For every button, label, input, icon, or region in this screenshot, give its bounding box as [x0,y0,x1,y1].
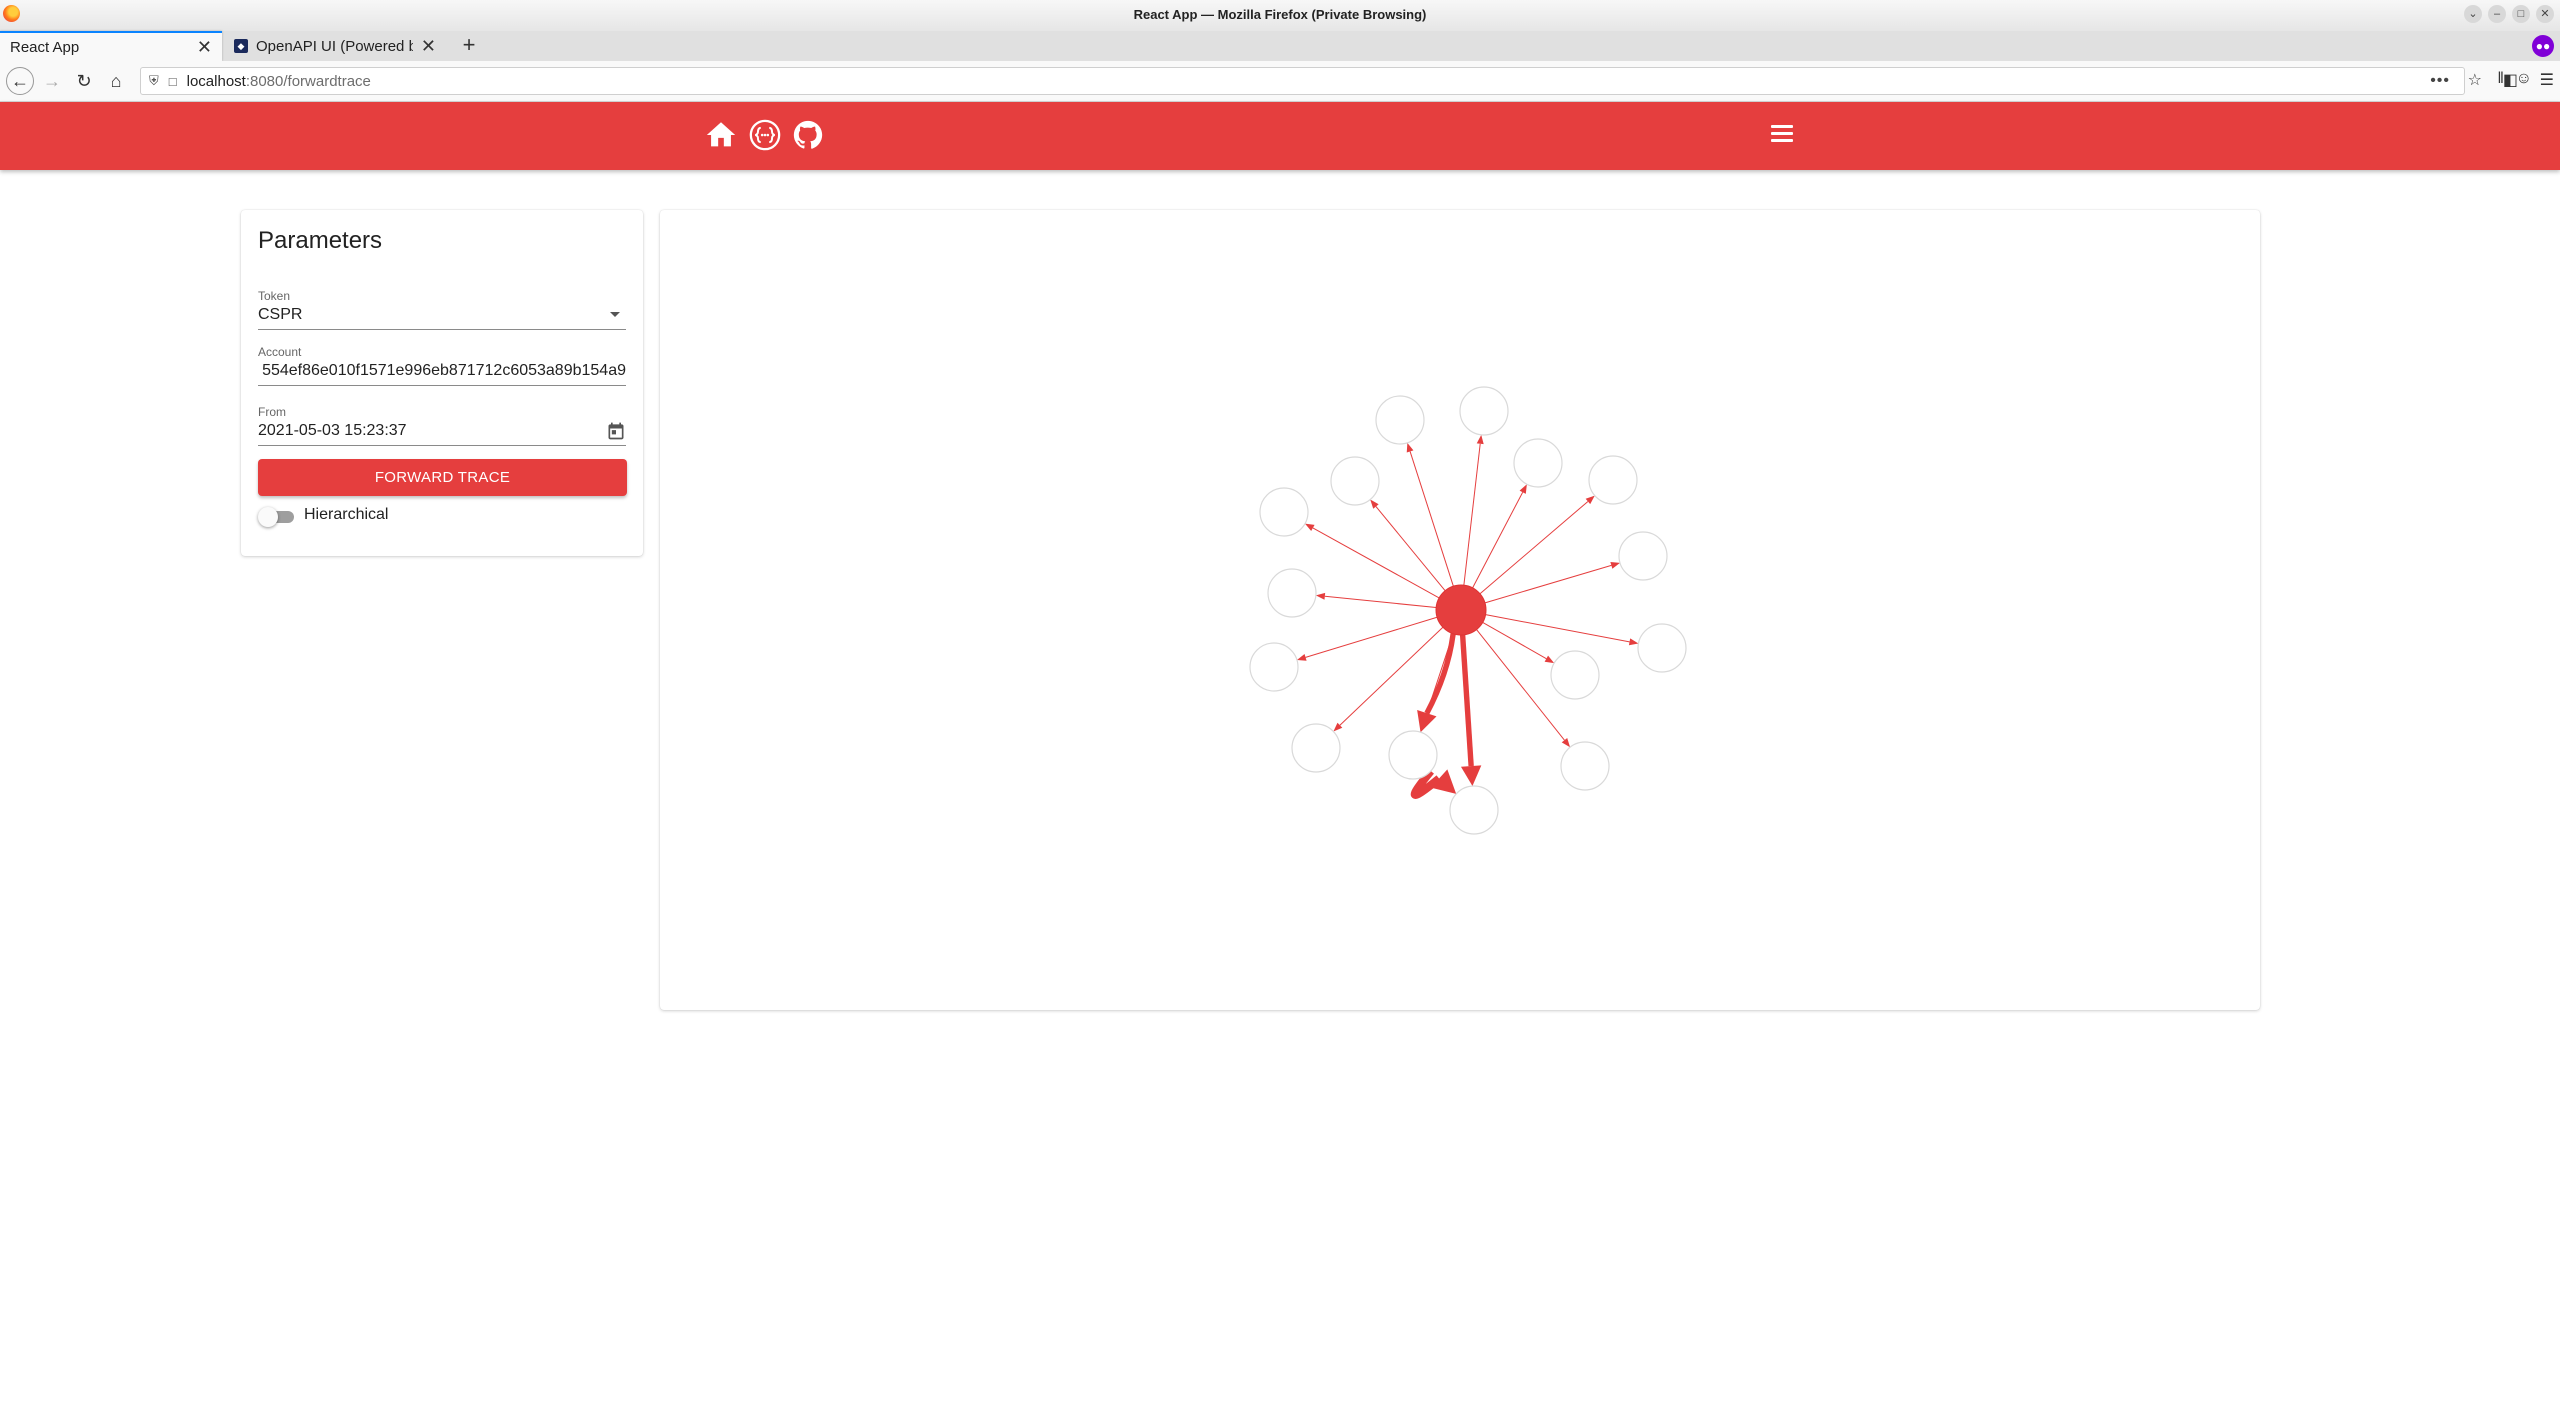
url-bar[interactable]: ⛨ □ localhost :8080/forwardtrace ••• [140,67,2465,95]
graph-edge-arrowhead [1304,523,1315,532]
github-icon[interactable] [791,118,825,152]
graph-root-node[interactable] [1435,584,1487,636]
graph-node[interactable] [1513,438,1563,488]
reload-button[interactable]: ↻ [72,69,96,93]
account-icon[interactable]: ☺ [2516,70,2532,88]
graph-node[interactable] [1291,723,1341,773]
menu-icon[interactable] [1771,125,1793,147]
calendar-icon[interactable] [606,420,626,442]
graph-edge[interactable] [1482,621,1547,660]
graph-edge[interactable] [1485,614,1630,643]
graph-edge-arrowhead [1519,484,1527,494]
graph-edge[interactable] [1463,443,1481,586]
window-titlebar: React App — Mozilla Firefox (Private Bro… [0,0,2560,32]
graph-node[interactable] [1560,741,1610,791]
graph-edge[interactable] [1484,564,1612,604]
tab-strip: React App ✕ ◆ OpenAPI UI (Powered by ✕ +… [0,31,2560,61]
graph-node[interactable] [1330,456,1380,506]
graph-node[interactable] [1637,623,1687,673]
graph-card [660,210,2260,1010]
graph-edge-arrowhead [1561,737,1571,748]
url-path: :8080/forwardtrace [245,72,371,90]
account-label: Account [258,345,302,359]
graph-edge-arrowhead [1406,442,1414,453]
graph-node[interactable] [1449,785,1499,835]
navigation-bar: ← → ↻ ⌂ ⛨ □ localhost :8080/forwardtrace… [0,61,2560,102]
parameters-title: Parameters [258,227,383,254]
graph-edge-arrowhead [1544,655,1555,664]
graph-node[interactable] [1375,395,1425,445]
home-button[interactable]: ⌂ [104,69,128,93]
graph-edge-arrowhead [1628,638,1639,646]
graph-edge[interactable] [1472,491,1524,589]
maximize-button[interactable]: □ [2512,5,2530,23]
tracking-protection-icon[interactable]: ⛨ [149,73,159,89]
graph-node[interactable] [1249,642,1299,692]
from-label: From [258,405,286,419]
graph-edge-arrowhead [1315,592,1326,600]
graph-edge[interactable] [1324,595,1437,608]
window-title: React App — Mozilla Firefox (Private Bro… [1133,7,1427,22]
toggle-thumb [258,507,278,527]
home-icon[interactable] [704,118,738,152]
tab-react-app[interactable]: React App ✕ [0,31,222,61]
from-date-input[interactable]: 2021-05-03 15:23:37 [258,420,626,446]
graph-edge[interactable] [1375,506,1446,592]
graph-node[interactable] [1618,531,1668,581]
token-value: CSPR [258,306,303,323]
from-value: 2021-05-03 15:23:37 [258,422,407,439]
graph-edge-arrowhead [1370,499,1379,509]
tab-label: OpenAPI UI (Powered by [256,37,413,55]
tab-openapi-ui[interactable]: ◆ OpenAPI UI (Powered by ✕ [224,31,446,61]
graph-edge[interactable] [1409,451,1454,587]
new-tab-button[interactable]: + [455,31,483,61]
hierarchical-label: Hierarchical [304,506,389,523]
url-host: localhost [186,72,246,90]
trace-graph[interactable] [660,210,2260,1010]
hierarchical-toggle[interactable] [258,505,298,529]
openapi-favicon-icon: ◆ [234,39,248,53]
window-menu-button[interactable]: ⌄ [2464,5,2482,23]
forward-trace-button[interactable]: FORWARD TRACE [258,459,627,496]
token-select[interactable]: CSPR [258,304,626,330]
graph-node[interactable] [1550,650,1600,700]
graph-node[interactable] [1259,487,1309,537]
graph-edge-arrowhead [1476,434,1484,445]
forward-button[interactable]: → [40,69,64,93]
app-menu-icon[interactable]: ☰ [2540,70,2554,90]
graph-edge-arrowhead [1417,710,1437,733]
back-button[interactable]: ← [6,67,34,95]
openapi-icon[interactable] [748,118,782,152]
graph-edge-arrowhead [1460,765,1482,787]
graph-edge[interactable] [1479,501,1589,595]
tab-label: React App [10,38,80,56]
account-value: 554ef86e010f1571e996eb871712c6053a89b154… [262,362,626,379]
page-actions-icon[interactable]: ••• [2430,72,2450,90]
graph-edge-arrowhead [1296,654,1307,661]
private-browsing-icon: ●● [2532,35,2554,57]
graph-edge[interactable] [1476,629,1565,741]
close-window-button[interactable]: ✕ [2536,5,2554,23]
graph-edge[interactable] [1459,634,1474,767]
tab-close-icon[interactable]: ✕ [197,37,212,58]
parameters-card: Parameters Token CSPR Account 554ef86e01… [241,210,643,556]
pocket-icon[interactable]: ☆ [2468,70,2482,90]
graph-node[interactable] [1267,568,1317,618]
dropdown-arrow-icon [610,312,620,317]
account-input[interactable]: 554ef86e010f1571e996eb871712c6053a89b154… [258,360,626,386]
graph-node[interactable] [1388,730,1438,780]
graph-edge[interactable] [1312,527,1440,599]
app-header [0,102,2560,170]
minimize-button[interactable]: – [2488,5,2506,23]
page-info-icon[interactable]: □ [169,74,177,89]
tab-close-icon[interactable]: ✕ [421,36,436,57]
token-label: Token [258,289,291,303]
graph-node[interactable] [1459,386,1509,436]
graph-node[interactable] [1588,455,1638,505]
graph-edge-arrowhead [1610,562,1620,569]
